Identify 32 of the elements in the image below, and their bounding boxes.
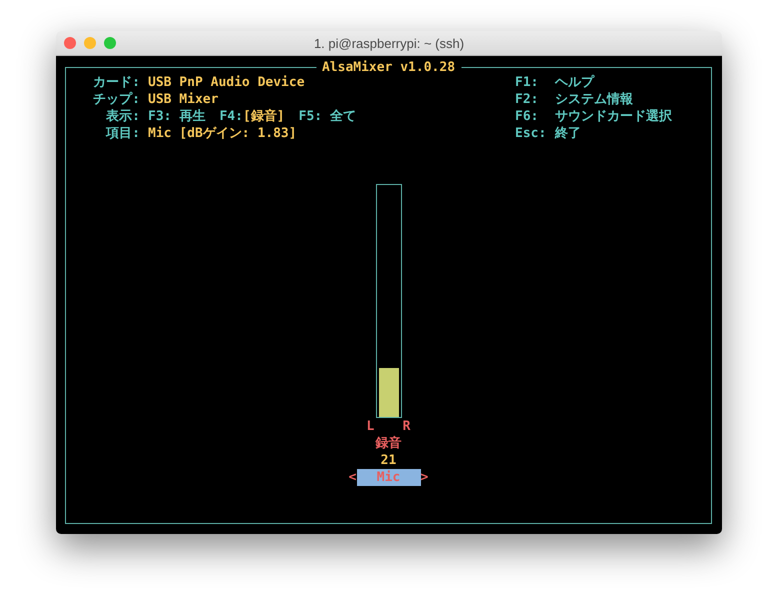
info-value: USB Mixer [148, 91, 218, 108]
shortcut-action: 終了 [555, 125, 581, 142]
shortcut-action: ヘルプ [555, 74, 594, 91]
item-label: 項目: [104, 125, 140, 142]
shortcut-key: Esc: [515, 125, 555, 142]
view-key[interactable]: F4: [219, 108, 243, 125]
shortcut-action: サウンドカード選択 [555, 108, 672, 125]
view-key[interactable]: F3: [148, 108, 172, 125]
minimize-button[interactable] [84, 37, 96, 49]
view-mode[interactable]: 再生 [179, 108, 206, 125]
info-label: カード: [92, 74, 140, 91]
previous-arrow[interactable]: < [348, 469, 356, 486]
view-key[interactable]: F5: [298, 108, 322, 125]
window-title: 1. pi@raspberrypi: ~ (ssh) [312, 36, 466, 50]
channel-label: L [366, 418, 374, 435]
capture-label: 録音 [376, 435, 402, 452]
shortcut-action: システム情報 [555, 91, 633, 108]
info-label: チップ: [92, 91, 140, 108]
info-value: USB PnP Audio Device [148, 74, 305, 91]
volume-meter[interactable] [376, 184, 402, 418]
view-mode[interactable]: [録音] [242, 108, 285, 125]
zoom-button[interactable] [104, 37, 116, 49]
close-button[interactable] [64, 37, 76, 49]
shortcut-key: F2: [515, 91, 555, 108]
view-mode[interactable]: 全て [330, 108, 356, 125]
volume-value: 21 [380, 452, 396, 469]
shortcut-key: F6: [515, 108, 555, 125]
next-arrow[interactable]: > [420, 469, 428, 486]
view-label: 表示: [105, 108, 140, 125]
item-value: Mic [dBゲイン: 1.83] [148, 125, 297, 142]
shortcut-key: F1: [515, 74, 555, 91]
channel-label: R [402, 418, 410, 435]
